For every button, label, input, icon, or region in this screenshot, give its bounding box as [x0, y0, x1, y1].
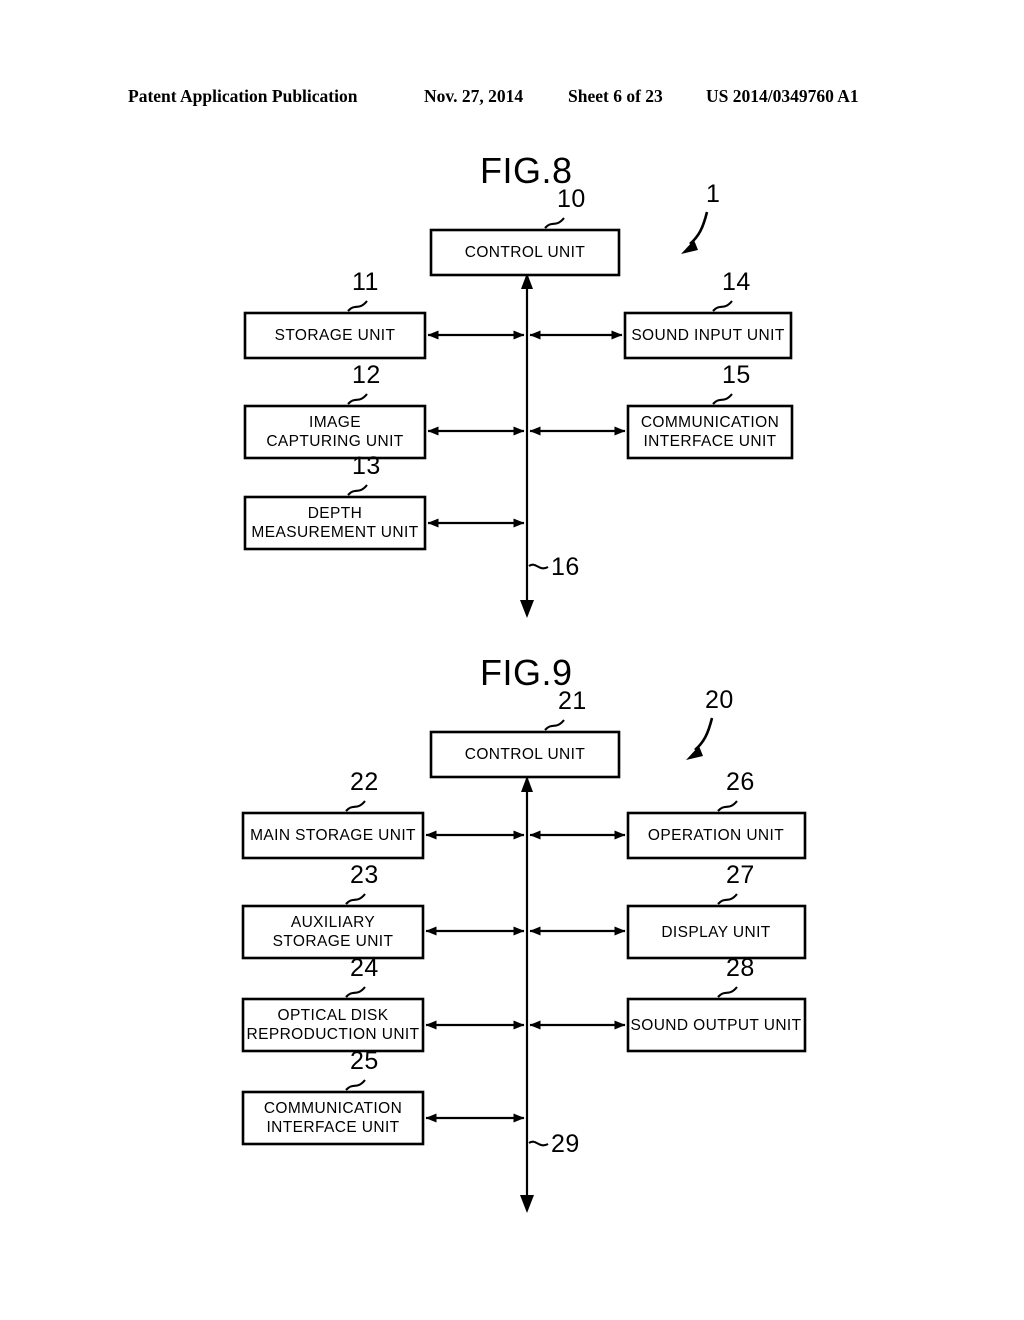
- figure-8-right-block-1-label-line2: INTERFACE UNIT: [643, 433, 776, 450]
- figure-9-left-block-2-label-line1: OPTICAL DISK: [277, 1007, 388, 1024]
- figure-9-left-block-1-label-line2: STORAGE UNIT: [273, 933, 394, 950]
- figure-8-bus-down-arrowhead: [520, 600, 534, 618]
- figure-8-left-block-0-ref-leader: [347, 300, 368, 312]
- figure-8-left-block-0-ref: 11: [352, 268, 379, 296]
- figure-9-system-ref: 20: [705, 686, 734, 714]
- figure-9-right-block-0-ref-leader: [717, 800, 738, 812]
- figure-9-control-unit-ref: 21: [558, 687, 587, 715]
- figure-8-right-block-1-label-line1: COMMUNICATION: [641, 414, 779, 431]
- figure-8-system-pointer-arrow: [689, 211, 709, 245]
- figure-9-left-block-1-ref-leader: [345, 893, 366, 905]
- figure-8-system-ref: 1: [706, 180, 720, 208]
- figure-8-right-block-0-ref-leader: [712, 300, 733, 312]
- figure-8-system-pointer-head: [681, 240, 698, 254]
- figure-8-left-block-0-label: STORAGE UNIT: [275, 327, 396, 344]
- figure-8-left-block-2-ref-leader: [347, 484, 368, 496]
- figure-9-left-block-0-label: MAIN STORAGE UNIT: [250, 827, 416, 844]
- figure-9-control-unit-label: CONTROL UNIT: [465, 746, 586, 763]
- page-header: Patent Application Publication Nov. 27, …: [0, 86, 1024, 116]
- figure-9-left-block-3-ref-leader: [345, 1079, 366, 1091]
- figure-8-left-block-1-label-line1: IMAGE: [309, 414, 361, 431]
- figure-9-left-block-3-label-line1: COMMUNICATION: [264, 1100, 402, 1117]
- figure-9-bus-ref: 29: [551, 1130, 580, 1158]
- figure-9-right-block-0-label: OPERATION UNIT: [648, 827, 784, 844]
- figure-8-right-block-0-ref: 14: [722, 268, 751, 296]
- figure-9-system-pointer-head: [686, 746, 703, 760]
- figure-8-bus-ref-leader: [528, 563, 549, 570]
- figure-8-control-unit-label: CONTROL UNIT: [465, 244, 586, 261]
- header-patent-number: US 2014/0349760 A1: [706, 86, 859, 106]
- figure-9-control-unit-ref-leader: [544, 719, 565, 731]
- header-publication-text: Patent Application Publication: [128, 86, 358, 106]
- figure-9-left-block-2-label-line2: REPRODUCTION UNIT: [247, 1026, 420, 1043]
- figure-8-left-block-2-label-line2: MEASUREMENT UNIT: [251, 524, 418, 541]
- figure-8-right-block-0-label: SOUND INPUT UNIT: [631, 327, 785, 344]
- figure-9-left-block-3-ref: 25: [350, 1047, 379, 1075]
- figure-8-bus-ref: 16: [551, 553, 580, 581]
- figure-9-right-block-1-ref-leader: [717, 893, 738, 905]
- figure-9-left-block-0-ref-leader: [345, 800, 366, 812]
- figure-9: FIG.9 20 29 CONTROL UNIT 21 MAIN STORAGE…: [241, 652, 807, 1213]
- figure-8-right-block-1-ref: 15: [722, 361, 751, 389]
- figure-9-left-block-1-ref: 23: [350, 861, 379, 889]
- figure-9-right-block-1-ref: 27: [726, 861, 755, 889]
- figure-9-right-block-0-ref: 26: [726, 768, 755, 796]
- figure-8-left-block-1-ref-leader: [347, 393, 368, 405]
- figure-9-bus-up-arrowhead: [521, 776, 533, 792]
- header-date-text: Nov. 27, 2014: [424, 86, 524, 106]
- figure-8: FIG.8 1 16 CONTROL UNIT 10 STORAGE UNIT …: [243, 150, 794, 618]
- figure-8-left-block-2-label-line1: DEPTH: [308, 505, 363, 522]
- figure-9-bus-down-arrowhead: [520, 1195, 534, 1213]
- figure-8-left-block-1-label-line2: CAPTURING UNIT: [266, 433, 403, 450]
- figure-9-right-block-2-ref-leader: [717, 986, 738, 998]
- figure-9-left-block-2-ref: 24: [350, 954, 379, 982]
- figure-9-left-block-3-label-line2: INTERFACE UNIT: [266, 1119, 399, 1136]
- figure-8-left-block-2-ref: 13: [352, 452, 381, 480]
- figure-9-bus-ref-leader: [528, 1140, 549, 1147]
- figure-9-left-block-2-ref-leader: [345, 986, 366, 998]
- figure-9-right-block-1-label: DISPLAY UNIT: [661, 924, 770, 941]
- figure-8-control-unit-ref: 10: [557, 185, 586, 213]
- figure-8-control-unit-ref-leader: [544, 217, 565, 229]
- figure-9-right-block-2-label: SOUND OUTPUT UNIT: [631, 1017, 802, 1034]
- figure-9-right-block-2-ref: 28: [726, 954, 755, 982]
- header-sheet-text: Sheet 6 of 23: [568, 86, 663, 106]
- figure-9-left-block-0-ref: 22: [350, 768, 379, 796]
- figure-8-left-block-1-ref: 12: [352, 361, 381, 389]
- figure-9-left-block-1-label-line1: AUXILIARY: [291, 914, 375, 931]
- figure-9-system-pointer-arrow: [694, 717, 714, 751]
- figure-8-right-block-1-ref-leader: [712, 393, 733, 405]
